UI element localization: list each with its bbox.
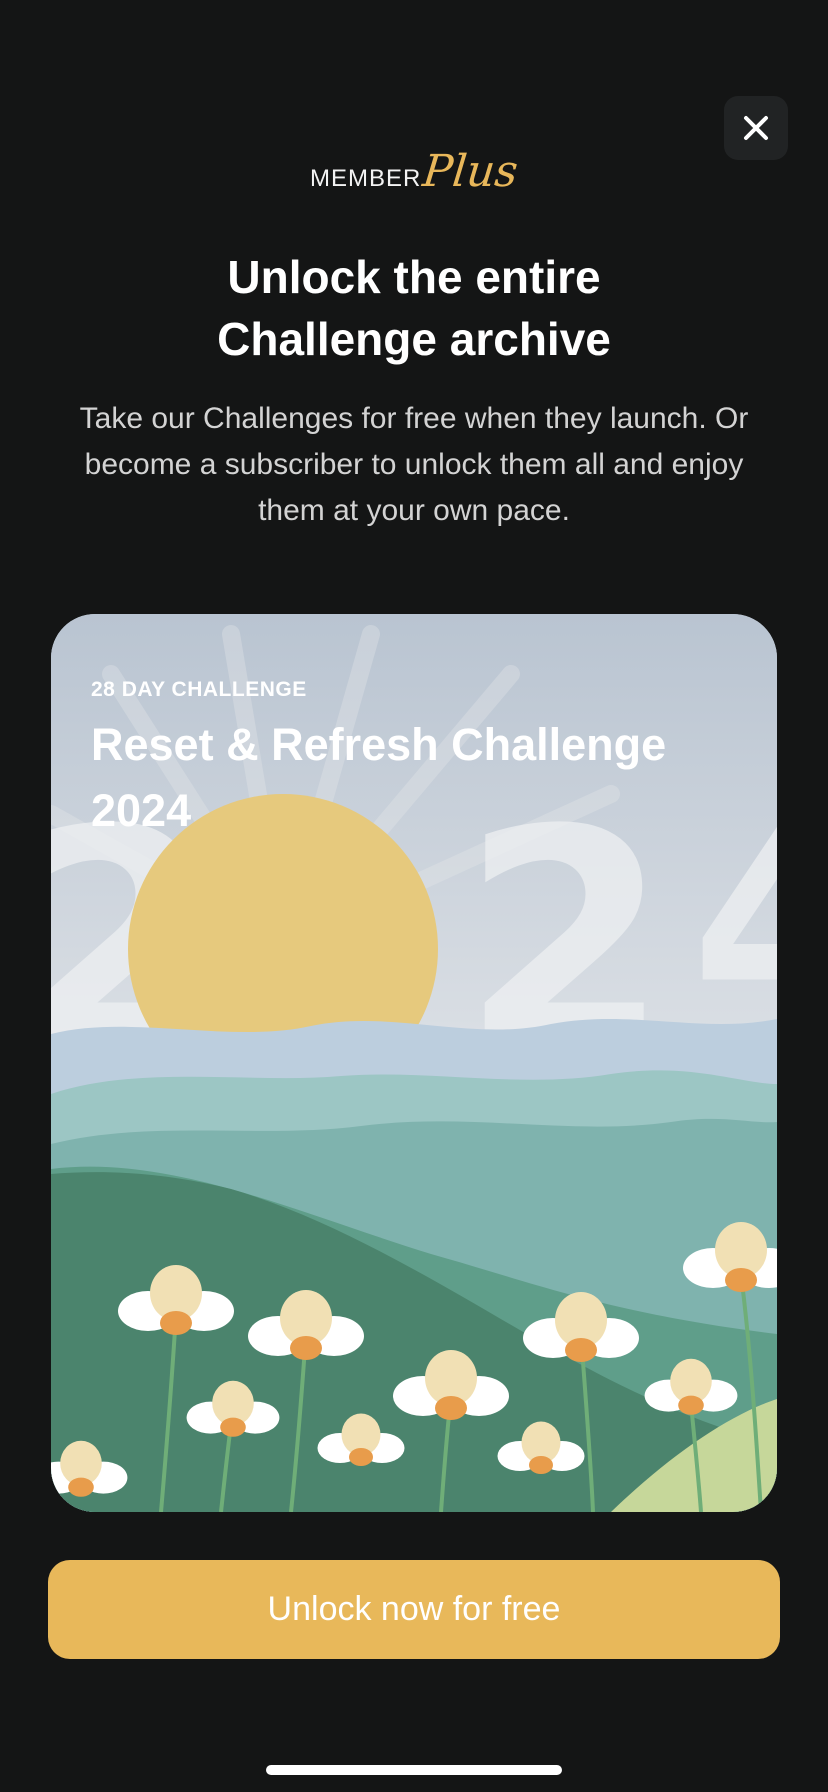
home-indicator <box>266 1765 562 1775</box>
page-title-line-2: Challenge archive <box>217 313 611 365</box>
description-text: Take our Challenges for free when they l… <box>79 402 749 527</box>
close-icon <box>743 115 769 141</box>
logo-member-text: MEMBER <box>310 165 422 192</box>
unlock-now-button[interactable]: Unlock now for free <box>48 1560 780 1659</box>
page-title-line-1: Unlock the entire <box>227 251 601 303</box>
challenge-card[interactable]: 2 2 4 <box>51 614 777 1512</box>
card-title: Reset & Refresh Challenge 2024 <box>91 719 667 836</box>
page-title: Unlock the entire Challenge archive <box>60 246 768 370</box>
member-plus-logo: MEMBER Plus <box>0 146 828 197</box>
card-eyebrow: 28 DAY CHALLENGE <box>91 678 307 701</box>
logo-plus-text: Plus <box>420 146 521 197</box>
